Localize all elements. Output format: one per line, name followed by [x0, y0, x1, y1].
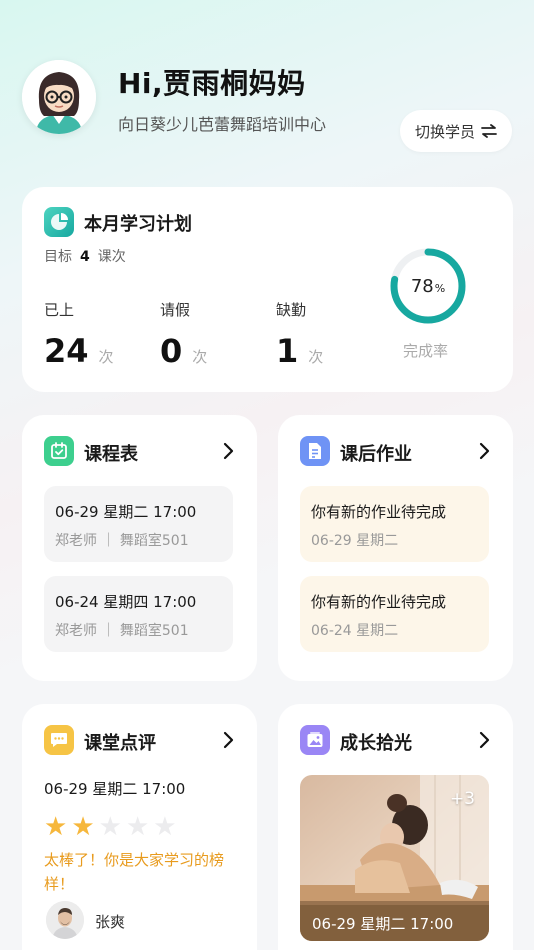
- plan-title: 本月学习计划: [84, 214, 192, 235]
- homework-item[interactable]: 你有新的作业待完成 06-29 星期二: [300, 486, 489, 562]
- star-rating: ★ ★ ★ ★ ★: [44, 814, 177, 840]
- schedule-detail: 郑老师 ｜ 舞蹈室501: [55, 623, 189, 639]
- schedule-detail: 郑老师 ｜ 舞蹈室501: [55, 533, 189, 549]
- homework-card[interactable]: 课后作业 你有新的作业待完成 06-29 星期二 你有新的作业待完成 06-24…: [278, 415, 513, 681]
- stat-unit: 次: [308, 348, 324, 366]
- goal-label: 目标: [44, 249, 72, 265]
- goal-line: 目标 4 课次: [44, 246, 126, 266]
- document-icon: [300, 436, 330, 466]
- star-filled-icon: ★: [44, 812, 68, 842]
- chat-bubble-icon: [44, 725, 74, 755]
- goal-value: 4: [80, 249, 90, 265]
- rate-symbol: %: [434, 281, 446, 295]
- avatar[interactable]: [22, 60, 96, 134]
- homework-date: 06-29 星期二: [311, 533, 399, 549]
- schedule-item[interactable]: 06-29 星期二 17:00 郑老师 ｜ 舞蹈室501: [44, 486, 233, 562]
- greeting: Hi,贾雨桐妈妈: [118, 67, 306, 100]
- teacher-avatar: [46, 901, 84, 939]
- chevron-right-icon[interactable]: [222, 442, 234, 460]
- star-empty-icon: ★: [153, 812, 177, 842]
- review-time: 06-29 星期二 17:00: [44, 780, 186, 798]
- growth-card[interactable]: 成长拾光 +3 06-29 星期二 17:00: [278, 704, 513, 950]
- homework-text: 你有新的作业待完成: [311, 503, 447, 521]
- schedule-title: 课程表: [84, 444, 138, 465]
- schedule-card[interactable]: 课程表 06-29 星期二 17:00 郑老师 ｜ 舞蹈室501 06-24 星…: [22, 415, 257, 681]
- stat-unit: 次: [192, 348, 208, 366]
- star-filled-icon: ★: [71, 812, 95, 842]
- homework-item[interactable]: 你有新的作业待完成 06-24 星期二: [300, 576, 489, 652]
- stat-leave: 请假 0 次: [160, 299, 207, 370]
- stat-value: 1: [276, 332, 299, 370]
- completion-rate-label: 完成率: [403, 342, 449, 360]
- star-empty-icon: ★: [98, 812, 122, 842]
- goal-unit: 课次: [97, 249, 126, 265]
- stat-attended: 已上 24 次: [44, 299, 114, 370]
- monthly-plan-card: 本月学习计划 目标 4 课次 已上 24 次 请假 0 次 缺勤 1 次 78 …: [22, 187, 513, 392]
- schedule-time: 06-29 星期二 17:00: [55, 503, 197, 521]
- photo-album-icon: [300, 725, 330, 755]
- rate-value: 78: [410, 275, 434, 297]
- teacher-photo-icon: [46, 901, 84, 939]
- review-comment: 太棒了！你是大家学习的榜样！: [44, 851, 225, 893]
- homework-title: 课后作业: [340, 444, 412, 465]
- chevron-right-icon[interactable]: [222, 731, 234, 749]
- photo-time: 06-29 星期二 17:00: [300, 905, 489, 941]
- stat-value: 0: [160, 332, 183, 370]
- teacher-name: 张爽: [95, 913, 126, 931]
- homework-text: 你有新的作业待完成: [311, 593, 447, 611]
- homework-date: 06-24 星期二: [311, 623, 399, 639]
- more-photos-count: +3: [449, 789, 475, 809]
- growth-photo[interactable]: +3 06-29 星期二 17:00: [300, 775, 489, 941]
- switch-student-label: 切换学员: [414, 122, 475, 141]
- completion-percent: 78 %: [389, 247, 467, 325]
- parent-avatar-icon: [22, 60, 96, 134]
- pie-chart-icon: [44, 207, 74, 237]
- schedule-item[interactable]: 06-24 星期四 17:00 郑老师 ｜ 舞蹈室501: [44, 576, 233, 652]
- stat-unit: 次: [98, 348, 114, 366]
- class-review-card[interactable]: 课堂点评 06-29 星期二 17:00 ★ ★ ★ ★ ★ 太棒了！你是大家学习的榜样…: [22, 704, 257, 950]
- school-name: 向日葵少儿芭蕾舞蹈培训中心: [118, 115, 327, 134]
- calendar-icon: [44, 436, 74, 466]
- chevron-right-icon[interactable]: [478, 442, 490, 460]
- swap-icon: [481, 124, 497, 138]
- stat-label: 缺勤: [276, 301, 307, 319]
- stat-absent: 缺勤 1 次: [276, 299, 323, 370]
- review-title: 课堂点评: [84, 733, 156, 754]
- stat-value: 24: [44, 332, 89, 370]
- stat-label: 已上: [44, 301, 75, 319]
- switch-student-button[interactable]: 切换学员: [400, 110, 512, 152]
- stat-label: 请假: [160, 301, 191, 319]
- growth-title: 成长拾光: [340, 733, 412, 754]
- chevron-right-icon[interactable]: [478, 731, 490, 749]
- schedule-time: 06-24 星期四 17:00: [55, 593, 197, 611]
- star-empty-icon: ★: [125, 812, 150, 842]
